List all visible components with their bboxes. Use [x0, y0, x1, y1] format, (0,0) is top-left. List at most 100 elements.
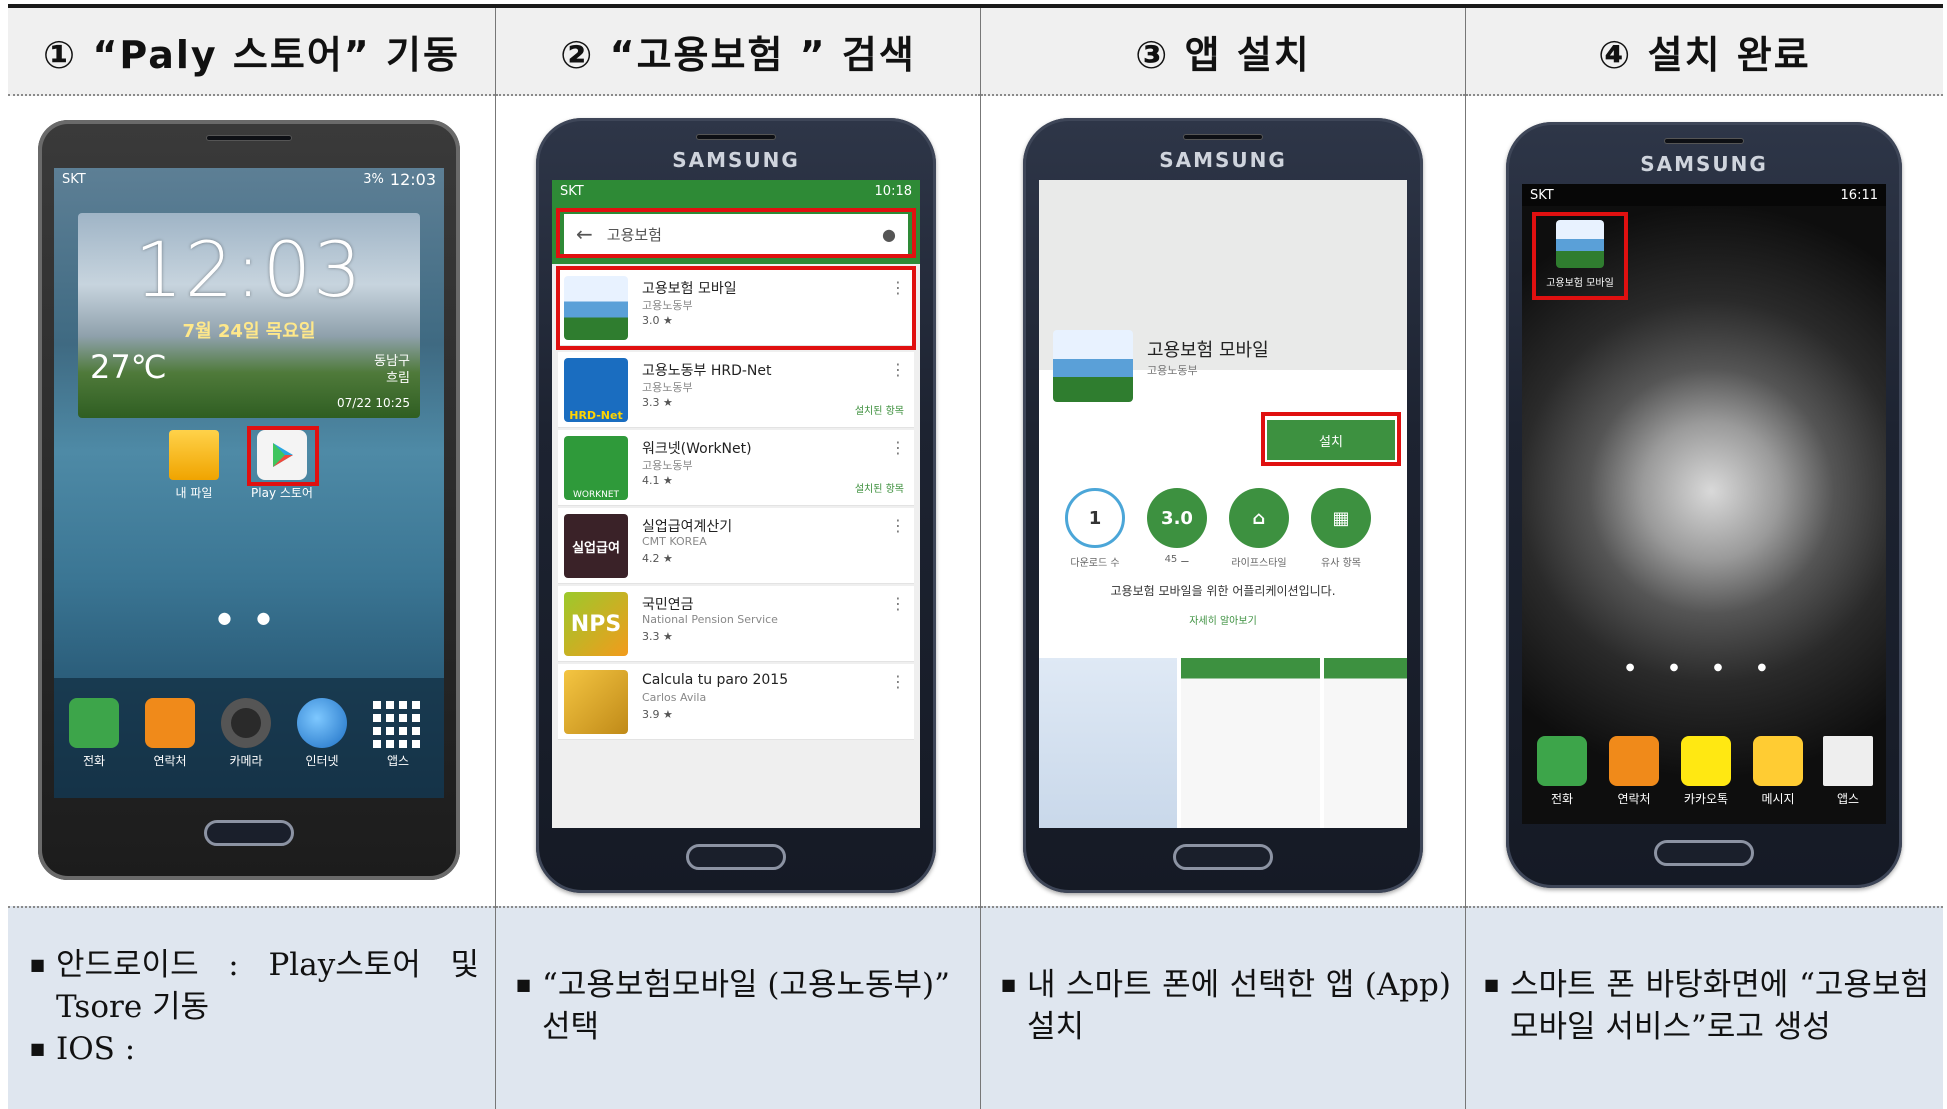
bullet-text: 스마트 폰 바탕화면에 “고용보험 모바일 서비스”로고 생성 — [1510, 967, 1929, 1045]
dock-label: 연락처 — [153, 754, 187, 768]
weather-widget[interactable]: 12:03 7월 24일 목요일 27℃ 동남구 흐림 07/22 10:25 — [78, 213, 420, 418]
home-button[interactable] — [1173, 844, 1273, 870]
step-header-2: ② “고용보험 ” 검색 — [496, 8, 980, 96]
calcula-app-icon — [564, 670, 628, 734]
stat-label: 유사 항목 — [1321, 558, 1361, 569]
bullet-text: IOS : — [56, 1031, 136, 1067]
app-title: 고용보험 모바일 — [1147, 340, 1269, 361]
similar-icon: ▦ — [1311, 488, 1371, 548]
location-block: 동남구 흐림 — [374, 353, 410, 387]
temperature-text: 27℃ — [90, 348, 167, 386]
highlight-box — [1261, 412, 1401, 466]
kakaotalk-icon — [1681, 736, 1731, 786]
app-label: 내 파일 — [175, 486, 213, 500]
battery-percent: 3% — [363, 171, 384, 187]
dock-item[interactable]: 카카오톡 — [1674, 736, 1738, 807]
search-result[interactable]: Calcula tu paro 2015 Carlos Avila 3.9 ★ … — [558, 664, 914, 740]
stat-rating: 3.0 45 ⚊ — [1145, 488, 1209, 565]
dock-item[interactable]: 연락처 — [1602, 736, 1666, 807]
home-button[interactable] — [686, 844, 786, 870]
result-name: 워크넷(WorkNet) — [642, 441, 752, 457]
dock-item[interactable]: 앱스 — [1816, 736, 1880, 807]
home-button[interactable] — [204, 820, 294, 846]
weather-condition: 흐림 — [386, 371, 410, 386]
step-description-2: ■ “고용보험모바일 (고용노동부)” 선택 — [496, 906, 980, 1109]
dock-label: 앱스 — [386, 754, 410, 768]
carrier-label: SKT — [1530, 187, 1554, 203]
more-menu-icon[interactable]: ⋮ — [890, 516, 906, 535]
step-column-4: ④ 설치 완료 SAMSUNG SKT 16:11 고용보험 모바일 ● ● ●… — [1466, 8, 1943, 1109]
search-result[interactable]: NPS 국민연금 National Pension Service 3.3 ★ … — [558, 586, 914, 662]
preview-thumbnail[interactable] — [1039, 658, 1178, 828]
page-indicator: ● ● — [217, 608, 281, 627]
phone-frame: SAMSUNG SKT 10:18 ← 고용보험 ● 고용보험 모바일 고용노동… — [536, 118, 936, 893]
home-screen: SKT 3% 12:03 12:03 7월 24일 목요일 27℃ 동남구 흐림 — [54, 168, 444, 798]
dock-item[interactable]: 전화 — [1530, 736, 1594, 807]
dock-item[interactable]: 전화 — [62, 698, 126, 769]
dock-item[interactable]: 인터넷 — [290, 698, 354, 769]
result-rating: 3.9 ★ — [642, 708, 673, 721]
highlight-box — [1532, 212, 1628, 300]
dock-label: 메시지 — [1761, 792, 1795, 806]
hrd-net-app-icon: HRD-Net — [564, 358, 628, 422]
step-column-1: ① “Paly 스토어” 기동 SKT 3% 12:03 12:03 7월 24… — [8, 8, 496, 1109]
stat-downloads: 1 다운로드 수 — [1063, 488, 1127, 569]
result-rating: 4.1 ★ — [642, 474, 673, 487]
worknet-app-icon: WORKNET — [564, 436, 628, 500]
folder-icon — [169, 430, 219, 480]
bullet-item: ■ 스마트 폰 바탕화면에 “고용보험 모바일 서비스”로고 생성 — [1484, 964, 1929, 1048]
installed-badge: 설치된 항목 — [854, 406, 904, 417]
search-result[interactable]: WORKNET 워크넷(WorkNet) 고용노동부 4.1 ★ ⋮ 설치된 항… — [558, 430, 914, 506]
dock-label: 전화 — [1550, 792, 1574, 806]
preview-thumbnail[interactable] — [1323, 658, 1407, 828]
bullet-item: ■ “고용보험모바일 (고용노동부)” 선택 — [516, 964, 970, 1048]
update-time: 07/22 10:25 — [337, 396, 410, 410]
highlight-box — [247, 426, 319, 486]
step-header-3: ③ 앱 설치 — [981, 8, 1465, 96]
bullet-text: 내 스마트 폰에 선택한 앱 (App) 설치 — [1027, 967, 1451, 1045]
icon-text: WORKNET — [572, 490, 620, 500]
search-result[interactable]: 실업급여 실업급여계산기 CMT KOREA 4.2 ★ ⋮ — [558, 508, 914, 584]
search-result[interactable]: HRD-Net 고용노동부 HRD-Net 고용노동부 3.3 ★ ⋮ 설치된 … — [558, 352, 914, 428]
stat-label: 45 ⚊ — [1164, 554, 1190, 565]
location-text: 동남구 — [374, 354, 410, 369]
more-menu-icon[interactable]: ⋮ — [890, 360, 906, 379]
camera-icon — [221, 698, 271, 748]
app-detail-screen: 고용보험 모바일 고용노동부 설치 1 다운로드 수 3.0 45 ⚊ ⌂ 라이… — [1039, 180, 1407, 828]
bullet-item: ■ 안드로이드 : Play스토어 및 Tsore 기동 — [30, 944, 479, 1028]
preview-thumbnail[interactable] — [1181, 658, 1320, 828]
dock-item[interactable]: 앱스 — [366, 698, 430, 769]
dock-item[interactable]: 메시지 — [1746, 736, 1810, 807]
dock-item[interactable]: 연락처 — [138, 698, 202, 769]
my-files-app[interactable]: 내 파일 — [162, 430, 226, 501]
status-time: 16:11 — [1840, 187, 1878, 203]
result-name: 고용노동부 HRD-Net — [642, 363, 772, 379]
step-screenshot-4: SAMSUNG SKT 16:11 고용보험 모바일 ● ● ● ● 전화 연락… — [1466, 98, 1943, 906]
step-column-2: ② “고용보험 ” 검색 SAMSUNG SKT 10:18 ← 고용보험 ● — [496, 8, 981, 1109]
read-more-link[interactable]: 자세히 알아보기 — [1039, 612, 1407, 627]
speaker-grille — [206, 135, 292, 141]
stat-value: 1 — [1065, 488, 1125, 548]
icon-text: HRD-Net — [569, 409, 623, 422]
more-menu-icon[interactable]: ⋮ — [890, 438, 906, 457]
phone-frame: SAMSUNG 고용보험 모바일 고용노동부 설치 1 다운로드 수 3.0 4… — [1023, 118, 1423, 893]
dock-label: 카카오톡 — [1683, 792, 1729, 806]
brand-logo: SAMSUNG — [1640, 152, 1768, 176]
bullet-text: “고용보험모바일 (고용노동부)” 선택 — [542, 967, 950, 1045]
result-name: 실업급여계산기 — [642, 519, 733, 535]
app-label: Play 스토어 — [251, 486, 313, 500]
dock-item[interactable]: 카메라 — [214, 698, 278, 769]
dock-label: 카메라 — [229, 754, 263, 768]
more-menu-icon[interactable]: ⋮ — [890, 594, 906, 613]
status-bar: SKT 10:18 — [552, 180, 920, 202]
result-developer: 고용노동부 — [642, 381, 693, 394]
speaker-grille — [696, 134, 776, 140]
clock-text: 12:03 — [134, 225, 364, 314]
globe-icon — [297, 698, 347, 748]
calculator-app-icon: 실업급여 — [564, 514, 628, 578]
home-button[interactable] — [1654, 840, 1754, 866]
phone-icon — [1537, 736, 1587, 786]
more-menu-icon[interactable]: ⋮ — [890, 672, 906, 691]
home-icon: ⌂ — [1229, 488, 1289, 548]
result-rating: 3.3 ★ — [642, 396, 673, 409]
